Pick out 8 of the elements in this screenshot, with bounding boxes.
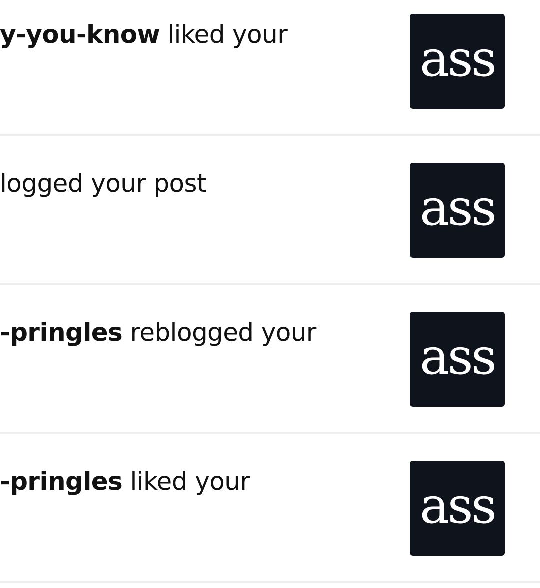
notification-text: -pringles reblogged your xyxy=(0,318,316,347)
notification-text: y-you-know liked your xyxy=(0,20,288,49)
post-thumbnail[interactable]: ass xyxy=(410,461,505,556)
post-thumbnail[interactable]: ass xyxy=(410,312,505,407)
notification-text: -pringles liked your xyxy=(0,467,250,496)
post-thumbnail[interactable]: ass xyxy=(410,163,505,258)
post-thumbnail[interactable]: ass xyxy=(410,14,505,109)
notification-text: logged your post xyxy=(0,169,207,198)
